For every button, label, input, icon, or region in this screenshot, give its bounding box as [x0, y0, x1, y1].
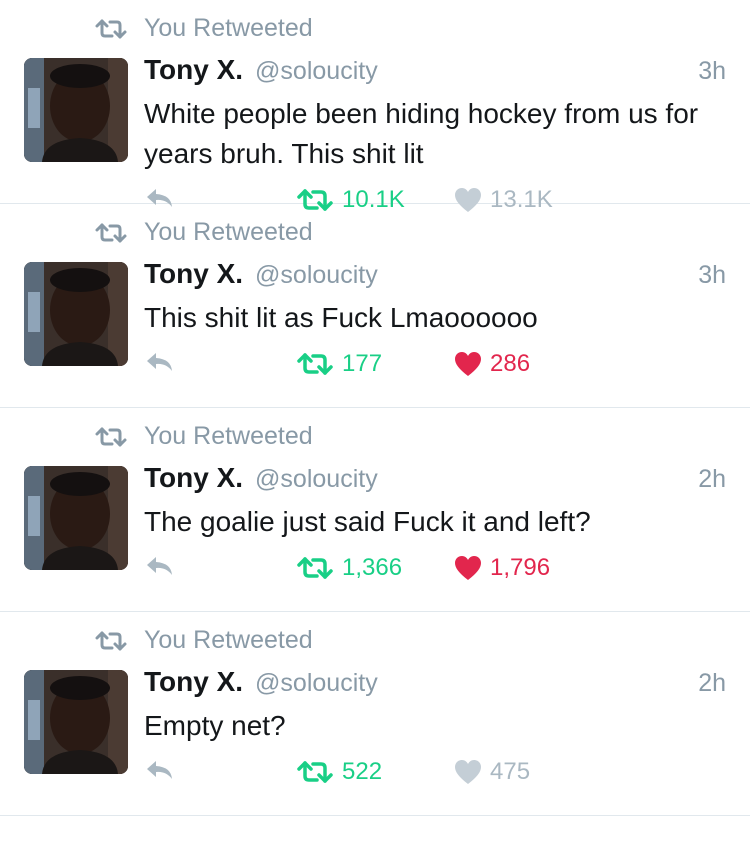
tweet-text: Empty net?: [144, 710, 286, 741]
avatar-image: [24, 262, 128, 366]
retweet-icon: [297, 557, 333, 579]
retweet-icon: [297, 353, 333, 375]
author-handle[interactable]: @soloucity: [255, 669, 378, 698]
tweet-actions: 522 475: [144, 758, 726, 794]
avatar[interactable]: [24, 58, 128, 162]
reply-button[interactable]: [144, 350, 176, 374]
reply-button[interactable]: [144, 758, 176, 782]
heart-icon: [455, 760, 481, 784]
author-handle[interactable]: @soloucity: [255, 261, 378, 290]
avatar-image: [24, 466, 128, 570]
timestamp[interactable]: 3h: [698, 57, 726, 86]
avatar-image: [24, 58, 128, 162]
tweet-2[interactable]: You Retweeted Tony X. @soloucity 2h The …: [0, 408, 750, 612]
heart-icon: [455, 556, 481, 580]
reply-icon: [147, 353, 172, 371]
retweet-icon: [95, 631, 127, 650]
timestamp[interactable]: 3h: [698, 261, 726, 290]
tweet-actions: 177 286: [144, 350, 726, 386]
like-count: 1,796: [490, 554, 551, 581]
retweet-context: You Retweeted: [94, 218, 313, 247]
tweet-header: Tony X. @soloucity 3h: [144, 54, 726, 86]
reply-button[interactable]: [144, 554, 176, 578]
avatar[interactable]: [24, 262, 128, 366]
retweet-icon: [95, 427, 127, 446]
author-handle[interactable]: @soloucity: [255, 465, 378, 494]
avatar[interactable]: [24, 466, 128, 570]
retweet-context-label: You Retweeted: [144, 626, 313, 654]
tweet-1[interactable]: You Retweeted Tony X. @soloucity 3h This…: [0, 204, 750, 408]
tweet-header: Tony X. @soloucity 2h: [144, 666, 726, 698]
retweet-icon: [95, 223, 127, 242]
author-name[interactable]: Tony X.: [144, 462, 243, 494]
retweet-context-label: You Retweeted: [144, 14, 313, 42]
tweet-actions: 1,366 1,796: [144, 554, 726, 590]
timestamp[interactable]: 2h: [698, 465, 726, 494]
author-handle[interactable]: @soloucity: [255, 57, 378, 86]
retweet-count: 177: [342, 350, 383, 377]
like-count: 475: [490, 758, 531, 785]
tweet-header: Tony X. @soloucity 3h: [144, 258, 726, 290]
like-count: 286: [490, 350, 531, 377]
timestamp[interactable]: 2h: [698, 669, 726, 698]
retweet-button[interactable]: 177: [296, 350, 382, 378]
retweet-count: 1,366: [342, 554, 403, 581]
tweet-text: White people been hiding hockey from us …: [144, 98, 699, 169]
like-button[interactable]: 475: [454, 758, 530, 786]
retweet-context: You Retweeted: [94, 422, 313, 451]
retweet-context-label: You Retweeted: [144, 218, 313, 246]
reply-icon: [147, 761, 172, 779]
avatar-image: [24, 670, 128, 774]
retweet-context: You Retweeted: [94, 14, 313, 43]
retweet-context-label: You Retweeted: [144, 422, 313, 450]
tweet-header: Tony X. @soloucity 2h: [144, 462, 726, 494]
tweet-0[interactable]: You Retweeted Tony X. @soloucity 3h Whit…: [0, 0, 750, 213]
like-button[interactable]: 286: [454, 350, 530, 378]
avatar[interactable]: [24, 670, 128, 774]
reply-icon: [147, 557, 172, 575]
retweet-icon: [297, 761, 333, 783]
author-name[interactable]: Tony X.: [144, 666, 243, 698]
tweet-3[interactable]: You Retweeted Tony X. @soloucity 2h Empt…: [0, 612, 750, 816]
retweet-icon: [95, 19, 127, 38]
retweet-count: 522: [342, 758, 383, 785]
heart-icon: [455, 352, 481, 376]
author-name[interactable]: Tony X.: [144, 54, 243, 86]
like-button[interactable]: 1,796: [454, 554, 550, 582]
retweet-button[interactable]: 1,366: [296, 554, 402, 582]
tweet-text: This shit lit as Fuck Lmaoooooo: [144, 302, 538, 333]
tweet-text: The goalie just said Fuck it and left?: [144, 506, 591, 537]
retweet-context: You Retweeted: [94, 626, 313, 655]
retweet-button[interactable]: 522: [296, 758, 382, 786]
author-name[interactable]: Tony X.: [144, 258, 243, 290]
